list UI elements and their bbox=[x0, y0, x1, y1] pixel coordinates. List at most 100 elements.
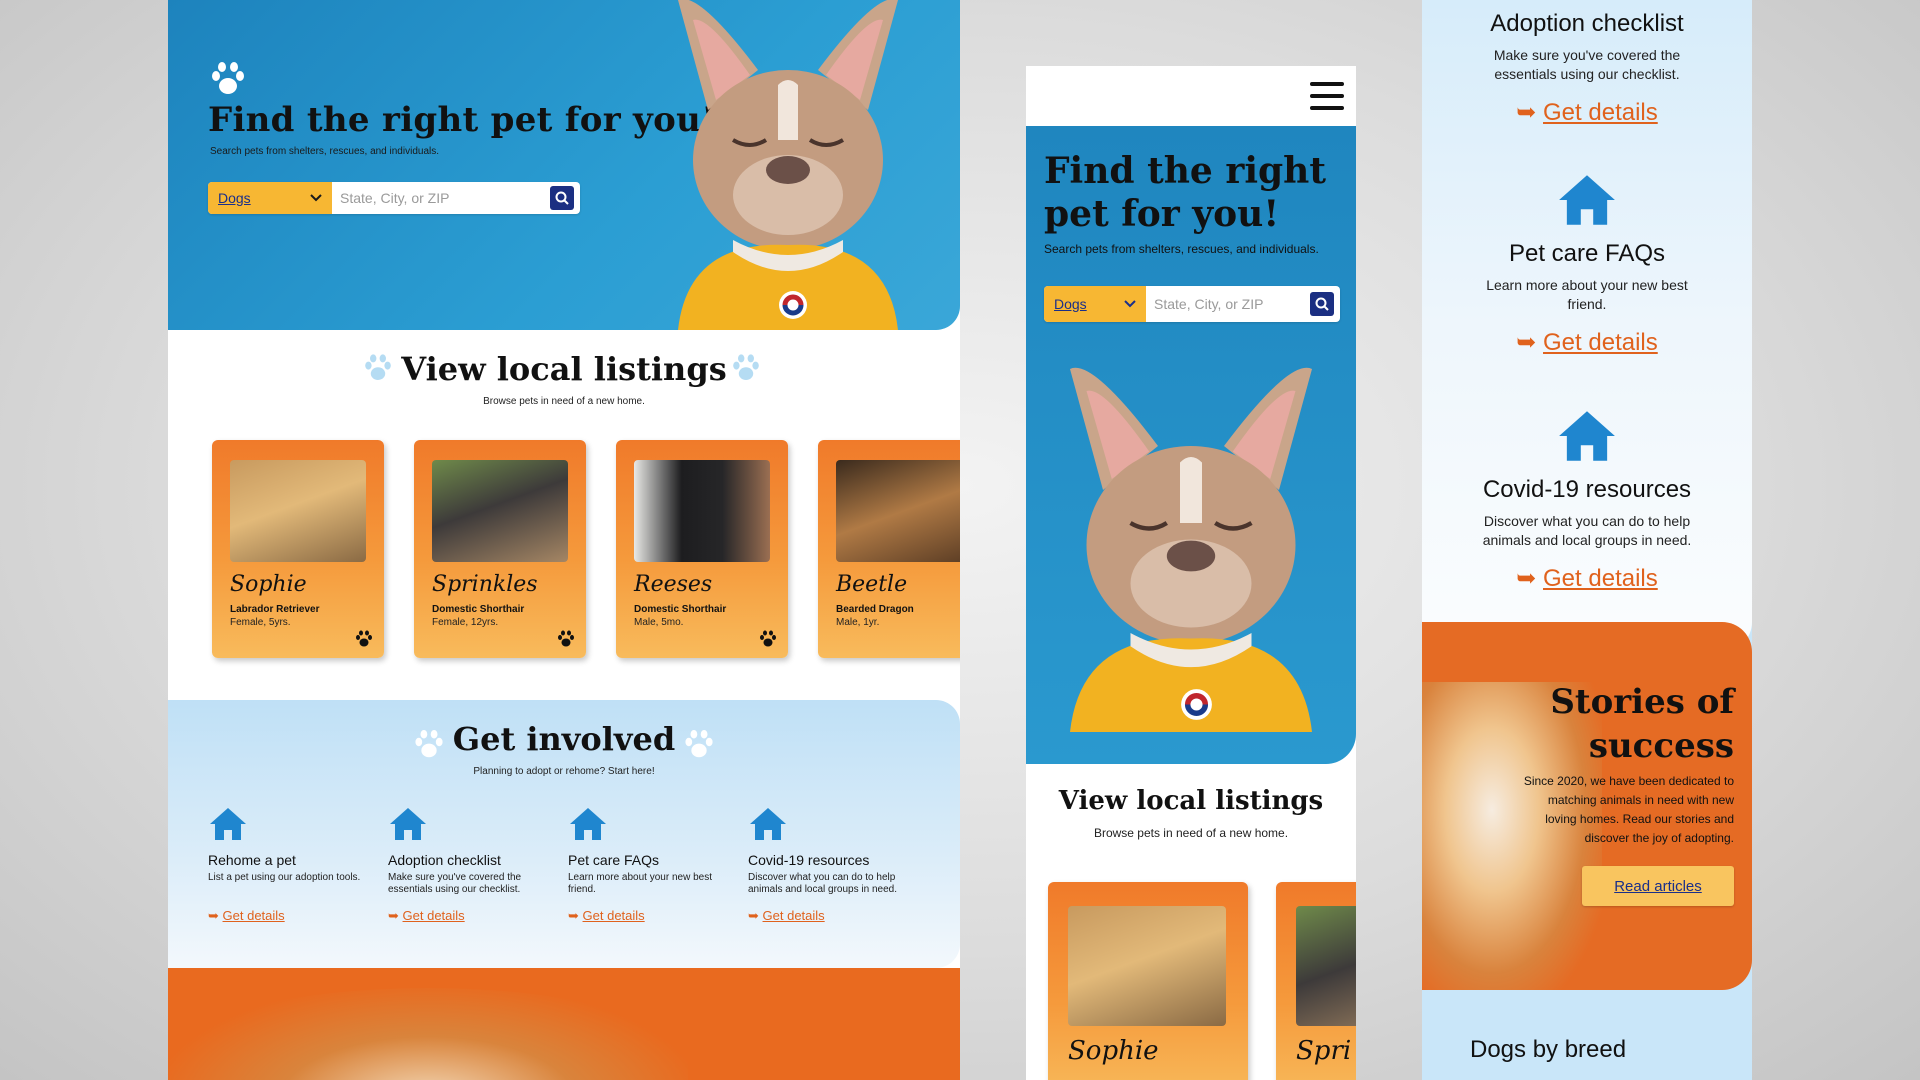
pet-card-beetle[interactable]: Beetle Bearded Dragon Male, 1yr. bbox=[818, 440, 960, 658]
pet-photo bbox=[1296, 906, 1356, 1026]
location-input[interactable]: State, City, or ZIP bbox=[332, 182, 550, 214]
hero-subtitle: Search pets from shelters, rescues, and … bbox=[1044, 242, 1319, 256]
arrow-right-icon: ➥ bbox=[1516, 99, 1537, 126]
house-icon bbox=[1556, 172, 1618, 228]
get-details-link[interactable]: ➥ Get details bbox=[1422, 98, 1752, 127]
search-button[interactable] bbox=[1310, 292, 1334, 316]
stories-body: Since 2020, we have been dedicated to ma… bbox=[1523, 774, 1734, 845]
item-desc: List a pet using our adoption tools. bbox=[208, 872, 361, 883]
pet-breed: Labrador Retriever bbox=[230, 604, 320, 615]
search-bar: Dogs State, City, or ZIP bbox=[208, 182, 580, 214]
item-title: Rehome a pet bbox=[208, 852, 296, 868]
mobile-header bbox=[1026, 66, 1356, 126]
stories-section: Stories of success Since 2020, we have b… bbox=[1422, 622, 1752, 990]
paw-icon bbox=[354, 630, 374, 648]
mobile-scroll-mockup: Adoption checklist Make sure you've cove… bbox=[1422, 0, 1752, 1080]
corgi-photo bbox=[168, 988, 688, 1080]
pet-meta: Male, 1yr. bbox=[836, 617, 880, 628]
item-title: Pet care FAQs bbox=[568, 852, 660, 868]
search-bar: Dogs State, City, or ZIP bbox=[1044, 286, 1340, 322]
hero-title: Find the right pet for you! bbox=[1044, 150, 1326, 235]
pet-photo bbox=[1068, 906, 1226, 1026]
pet-card-sprinkles[interactable]: Sprinkles Domestic Shorthair Female, 12y… bbox=[414, 440, 586, 658]
involved-subtitle: Planning to adopt or rehome? Start here! bbox=[473, 766, 655, 777]
stories-preview-section bbox=[168, 968, 960, 1080]
pet-card-sophie[interactable]: Sophie bbox=[1048, 882, 1248, 1080]
get-involved-section: Get involved Planning to adopt or rehome… bbox=[168, 700, 960, 968]
get-details-link[interactable]: ➥ Get details bbox=[1422, 564, 1752, 593]
hero-dog-photo bbox=[1026, 326, 1356, 764]
pet-name: Sophie bbox=[1068, 1036, 1159, 1066]
paw-icon bbox=[208, 62, 248, 96]
pet-photo bbox=[836, 460, 960, 562]
involved-title: Get involved bbox=[452, 720, 676, 758]
location-input[interactable]: State, City, or ZIP bbox=[1146, 286, 1310, 322]
desktop-mockup: Find the right pet for you! Search pets … bbox=[168, 0, 960, 1080]
pet-meta: Male, 5mo. bbox=[634, 617, 684, 628]
block-desc: Learn more about your new best friend. bbox=[1486, 277, 1688, 312]
pet-name: Beetle bbox=[836, 572, 908, 597]
paw-icon bbox=[730, 354, 762, 382]
mobile-hero: Find the right pet for you! Search pets … bbox=[1026, 126, 1356, 764]
chevron-down-icon bbox=[310, 194, 322, 202]
dogs-by-breed-title: Dogs by breed bbox=[1470, 1036, 1627, 1063]
get-details-link[interactable]: ➥ Get details bbox=[208, 908, 378, 924]
paw-icon bbox=[682, 730, 716, 759]
arrow-right-icon: ➥ bbox=[568, 908, 579, 923]
listings-subtitle: Browse pets in need of a new home. bbox=[483, 396, 645, 407]
listings-title: View local listings bbox=[1058, 786, 1324, 816]
pet-breed: Domestic Shorthair bbox=[432, 604, 525, 615]
arrow-right-icon: ➥ bbox=[1516, 329, 1537, 356]
pet-card-reeses[interactable]: Reeses Domestic Shorthair Male, 5mo. bbox=[616, 440, 788, 658]
search-icon bbox=[1315, 297, 1329, 311]
involved-block-faqs: Pet care FAQs Learn more about your new … bbox=[1422, 172, 1752, 357]
involved-block-checklist: Adoption checklist Make sure you've cove… bbox=[1422, 10, 1752, 127]
arrow-right-icon: ➥ bbox=[388, 908, 399, 923]
house-icon bbox=[748, 806, 788, 842]
read-articles-button[interactable]: Read articles bbox=[1582, 866, 1734, 906]
search-button[interactable] bbox=[550, 186, 574, 210]
pet-breed: Bearded Dragon bbox=[836, 604, 914, 615]
mobile-mockup: Find the right pet for you! Search pets … bbox=[1026, 66, 1356, 1080]
item-title: Adoption checklist bbox=[388, 852, 501, 868]
stories-title: Stories of success bbox=[1550, 682, 1734, 766]
hero-section: Find the right pet for you! Search pets … bbox=[168, 0, 960, 330]
arrow-right-icon: ➥ bbox=[748, 908, 759, 923]
listings-title: View local listings bbox=[401, 350, 727, 388]
pet-type-select[interactable]: Dogs bbox=[1044, 286, 1146, 322]
involved-item-rehome: Rehome a pet List a pet using our adopti… bbox=[208, 806, 378, 924]
search-icon bbox=[555, 191, 569, 205]
involved-item-faqs: Pet care FAQs Learn more about your new … bbox=[568, 806, 738, 924]
pet-type-value: Dogs bbox=[218, 190, 251, 206]
item-title: Covid-19 resources bbox=[748, 852, 870, 868]
pet-photo bbox=[432, 460, 568, 562]
pet-card-sprinkles[interactable]: Spri bbox=[1276, 882, 1356, 1080]
house-icon bbox=[388, 806, 428, 842]
house-icon bbox=[568, 806, 608, 842]
item-desc: Learn more about your new best friend. bbox=[568, 872, 712, 895]
pet-type-value: Dogs bbox=[1054, 296, 1087, 312]
involved-block-covid: Covid-19 resources Discover what you can… bbox=[1422, 408, 1752, 593]
item-desc: Make sure you've covered the essentials … bbox=[388, 872, 522, 895]
pet-meta: Female, 5yrs. bbox=[230, 617, 291, 628]
pet-photo bbox=[634, 460, 770, 562]
arrow-right-icon: ➥ bbox=[208, 908, 219, 923]
pet-type-select[interactable]: Dogs bbox=[208, 182, 332, 214]
pet-card-sophie[interactable]: Sophie Labrador Retriever Female, 5yrs. bbox=[212, 440, 384, 658]
block-desc: Make sure you've covered the essentials … bbox=[1493, 47, 1681, 82]
pet-meta: Female, 12yrs. bbox=[432, 617, 499, 628]
block-title: Pet care FAQs bbox=[1508, 240, 1666, 267]
pet-photo bbox=[230, 460, 366, 562]
get-details-link[interactable]: ➥ Get details bbox=[568, 908, 738, 924]
arrow-right-icon: ➥ bbox=[1516, 565, 1537, 592]
pet-name: Sprinkles bbox=[432, 572, 538, 597]
block-desc: Discover what you can do to help animals… bbox=[1482, 513, 1692, 548]
involved-item-covid: Covid-19 resources Discover what you can… bbox=[748, 806, 918, 924]
item-desc: Discover what you can do to help animals… bbox=[748, 872, 897, 895]
get-details-link[interactable]: ➥ Get details bbox=[388, 908, 558, 924]
hamburger-menu-icon[interactable] bbox=[1310, 82, 1344, 110]
get-details-link[interactable]: ➥ Get details bbox=[1422, 328, 1752, 357]
pet-name: Reeses bbox=[634, 572, 713, 597]
get-details-link[interactable]: ➥ Get details bbox=[748, 908, 918, 924]
chevron-down-icon bbox=[1124, 300, 1136, 308]
